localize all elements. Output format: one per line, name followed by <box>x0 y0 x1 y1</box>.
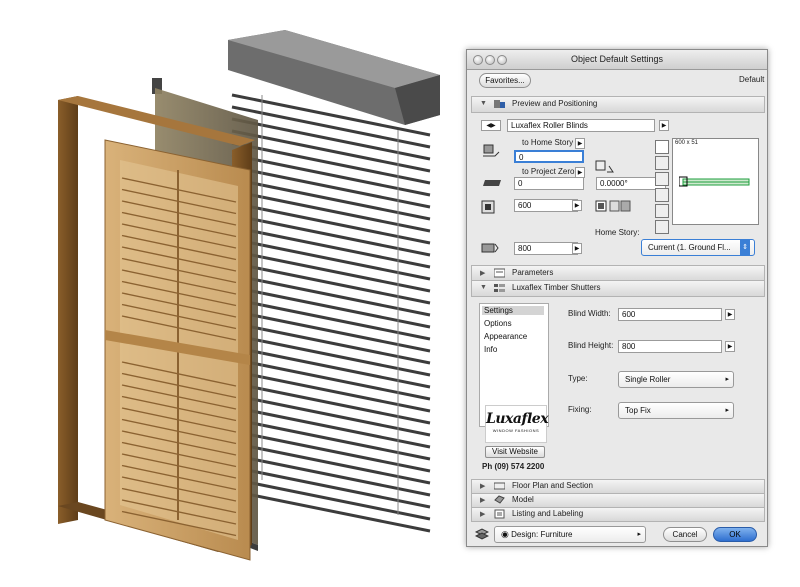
popup-arrow-icon: ▸ <box>725 376 729 383</box>
default-label: Default <box>739 75 765 84</box>
mirror-icon[interactable] <box>595 200 607 212</box>
home-story-value: Current (1. Ground Fl... <box>648 243 731 252</box>
blind-height-menu[interactable]: ▶ <box>725 341 735 352</box>
library-part-name-field[interactable]: Luxaflex Roller Blinds <box>507 119 655 132</box>
list-view-icon[interactable] <box>655 204 669 218</box>
eye-icon: ◉ <box>501 529 509 539</box>
fixing-label: Fixing: <box>568 405 592 414</box>
previous-part-button[interactable]: ◀▶ <box>481 120 501 131</box>
library-part-menu-button[interactable]: ▶ <box>659 120 669 131</box>
blinds-illustration <box>58 30 440 561</box>
plan-view-icon[interactable] <box>655 140 669 154</box>
elevation-view-icon[interactable] <box>655 188 669 202</box>
preview-section-header[interactable]: ▼ Preview and Positioning <box>471 96 765 113</box>
luxaflex-logo: Luxaflex WINDOW FASHIONS <box>485 405 549 443</box>
blind-height-field[interactable]: 800 <box>618 340 722 353</box>
preview-caption: 600 x 51 <box>675 140 699 146</box>
ok-button[interactable]: OK <box>713 527 757 542</box>
favorites-button[interactable]: Favorites... <box>479 73 531 88</box>
tab-settings[interactable]: Settings <box>482 306 544 315</box>
expanded-triangle-icon: ▼ <box>480 100 487 107</box>
fixing-popup[interactable]: Top Fix ▸ <box>618 402 734 419</box>
blind-slat <box>231 477 431 521</box>
phone-number: Ph (09) 574 2200 <box>482 462 545 471</box>
home-story-offset-field[interactable]: 0 <box>514 150 584 163</box>
blind-slat <box>231 489 431 533</box>
home-story-offset-label: to Home Story <box>522 138 574 147</box>
listing-section-title: Listing and Labeling <box>512 509 584 518</box>
object-default-settings-dialog: Object Default Settings Favorites... Def… <box>466 49 768 547</box>
collapsed-triangle-icon: ▶ <box>480 483 486 490</box>
preview-plan-symbol <box>679 176 750 187</box>
3d-view-icon[interactable] <box>655 172 669 186</box>
parameters-list-icon <box>494 284 505 292</box>
preview-window: 600 x 51 <box>672 138 759 225</box>
type-value: Single Roller <box>625 375 671 384</box>
design-layer-value: Design: Furniture <box>511 530 573 539</box>
type-label: Type: <box>568 374 588 383</box>
object-settings-icon <box>494 100 505 108</box>
tab-info[interactable]: Info <box>484 345 497 354</box>
parameters-section-title: Parameters <box>512 268 554 277</box>
visit-website-button[interactable]: Visit Website <box>485 446 545 458</box>
home-story-offset-icon <box>483 144 500 157</box>
title-bar: Object Default Settings <box>467 50 767 70</box>
height-menu[interactable]: ▶ <box>572 243 582 254</box>
model-icon <box>494 495 505 504</box>
logo-subtext: WINDOW FASHIONS <box>492 428 540 433</box>
listing-icon <box>494 509 505 519</box>
collapsed-triangle-icon: ▶ <box>480 270 486 277</box>
logo-text: Luxaflex <box>486 411 549 427</box>
project-zero-icon <box>483 180 501 186</box>
collapsed-triangle-icon: ▶ <box>480 511 486 518</box>
floor-plan-icon <box>494 482 505 490</box>
listing-section-header[interactable]: ▶ Listing and Labeling <box>471 507 765 522</box>
blind-width-field[interactable]: 600 <box>618 308 722 321</box>
model-section-title: Model <box>512 495 534 504</box>
expanded-triangle-icon: ▼ <box>480 284 487 291</box>
model-section-header[interactable]: ▶ Model <box>471 493 765 508</box>
timber-section-header[interactable]: ▼ Luxaflex Timber Shutters <box>471 280 765 297</box>
cancel-button[interactable]: Cancel <box>663 527 707 542</box>
section-view-icon[interactable] <box>655 156 669 170</box>
popup-arrow-icon: ▸ <box>637 531 641 538</box>
info-view-icon[interactable] <box>655 220 669 234</box>
view-option-icon[interactable] <box>609 200 631 212</box>
tab-appearance[interactable]: Appearance <box>484 332 527 341</box>
project-zero-label: to Project Zero <box>522 167 575 176</box>
height-icon <box>481 243 499 253</box>
fixing-value: Top Fix <box>625 406 651 415</box>
blind-width-label: Blind Width: <box>568 309 611 318</box>
blind-height-label: Blind Height: <box>568 341 614 350</box>
popup-arrow-icon: ▸ <box>725 407 729 414</box>
dialog-title: Object Default Settings <box>570 54 664 64</box>
collapsed-triangle-icon: ▶ <box>480 497 486 504</box>
width-icon <box>481 200 495 214</box>
timber-shutter <box>104 139 251 561</box>
layer-icon[interactable] <box>475 528 489 540</box>
floor-plan-section-header[interactable]: ▶ Floor Plan and Section <box>471 479 765 494</box>
width-menu[interactable]: ▶ <box>572 200 582 211</box>
type-popup[interactable]: Single Roller ▸ <box>618 371 734 388</box>
parameters-icon <box>494 268 505 278</box>
tab-options[interactable]: Options <box>484 319 512 328</box>
home-story-label: Home Story: <box>595 228 640 237</box>
width-field[interactable]: 600 <box>514 199 578 212</box>
home-story-popup[interactable]: Current (1. Ground Fl... ⇕ <box>641 239 755 256</box>
preview-mode-toolbar <box>655 140 669 234</box>
rotation-angle-icon <box>595 160 614 173</box>
timber-section-title: Luxaflex Timber Shutters <box>512 283 601 292</box>
design-layer-popup[interactable]: ◉ Design: Furniture ▸ <box>494 526 646 543</box>
popup-arrows-icon: ⇕ <box>740 240 750 255</box>
project-zero-field[interactable]: 0 <box>514 177 584 190</box>
venetian-blind <box>228 30 440 533</box>
blind-width-menu[interactable]: ▶ <box>725 309 735 320</box>
floor-plan-section-title: Floor Plan and Section <box>512 481 593 490</box>
preview-section-title: Preview and Positioning <box>512 99 598 108</box>
height-field[interactable]: 800 <box>514 242 578 255</box>
home-story-offset-menu[interactable]: ▶ <box>575 138 585 149</box>
